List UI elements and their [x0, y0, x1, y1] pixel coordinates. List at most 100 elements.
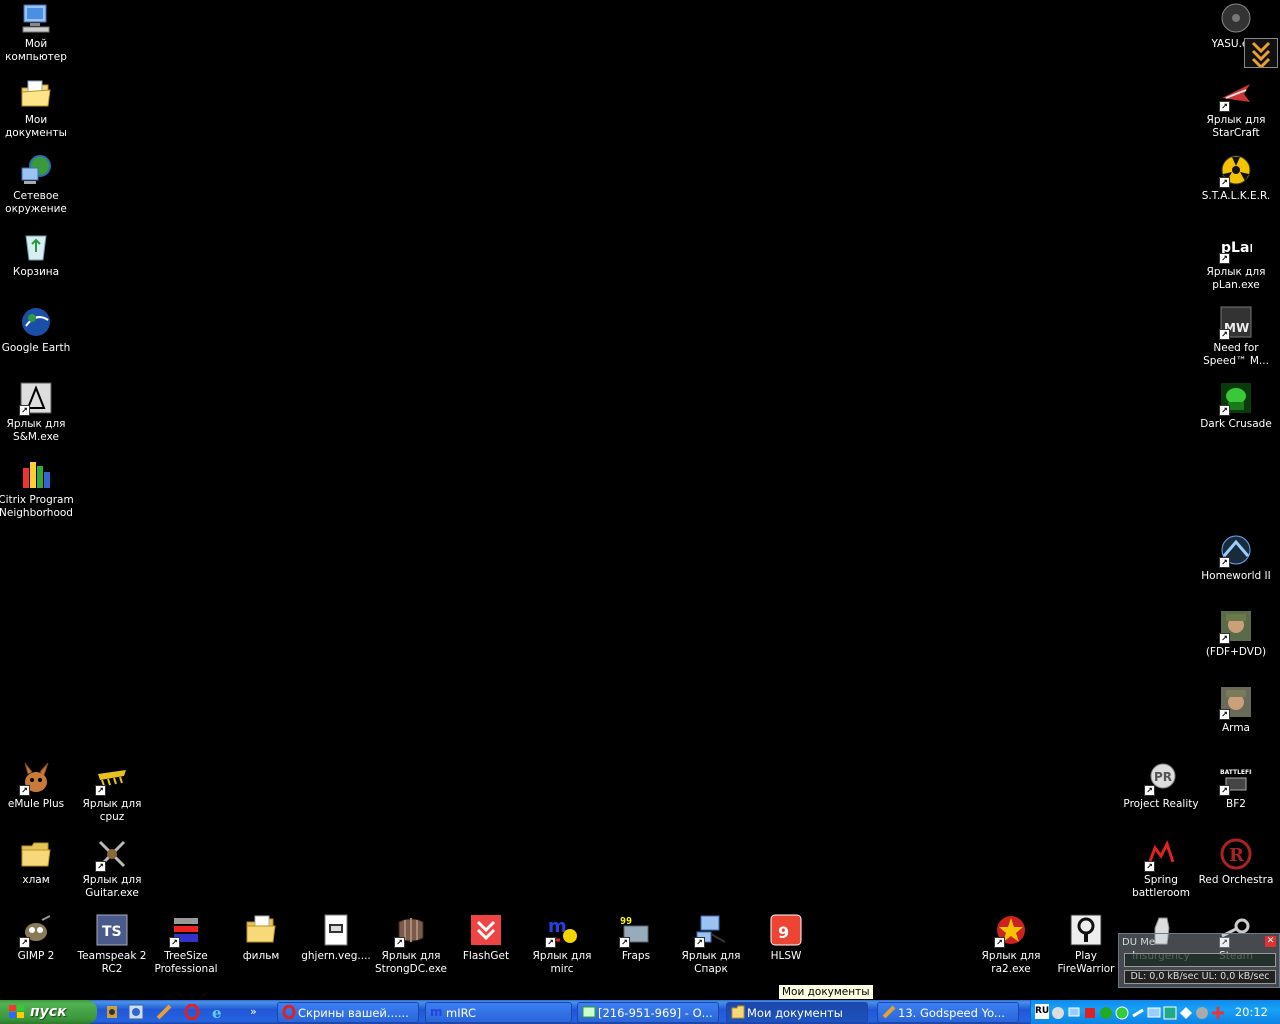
taskbar-button-my-documents[interactable]: Мои документы	[726, 1002, 868, 1023]
desktop-icon-stalker[interactable]: ↗ S.T.A.L.K.E.R.	[1198, 154, 1274, 203]
teamspeak-icon: TS	[96, 914, 128, 946]
desktop-icon-fraps[interactable]: 99 ↗ Fraps	[598, 914, 674, 963]
shortcut-arrow-icon: ↗	[95, 785, 106, 796]
desktop-icon-film[interactable]: фильм	[223, 914, 299, 963]
desktop-icon-hlsw[interactable]: 9 HLSW	[748, 914, 824, 963]
desktop-icon-guitar[interactable]: ↗ Ярлык для Guitar.exe	[74, 838, 150, 900]
bf2-icon: BATTLEFIELD ↗	[1219, 762, 1264, 796]
taskbar-button-icq[interactable]: [216-951-969] - О...	[577, 1002, 719, 1023]
desktop-icon-spring[interactable]: ↗ Spring battleroom	[1123, 838, 1199, 900]
tray-monitor-icon[interactable]	[1147, 1005, 1161, 1019]
project-reality-icon: PR ↗	[1144, 762, 1177, 796]
desktop-icon-firewarrior[interactable]: Play FireWarrior	[1048, 914, 1124, 976]
fdf-dvd-icon: ↗	[1219, 610, 1252, 644]
svg-text:m: m	[430, 1005, 443, 1019]
tray-skype-icon[interactable]	[1163, 1005, 1177, 1020]
desktop-icon-arma[interactable]: ↗ Arma	[1198, 686, 1274, 735]
desktop-icon-homeworld[interactable]: ↗ Homeworld II	[1198, 534, 1274, 583]
clock[interactable]: 20:12	[1235, 1000, 1268, 1024]
desktop-icon-hlam[interactable]: хлам	[0, 838, 74, 887]
desktop-icon-nfs[interactable]: MW ↗ Need for Speed™ M...	[1198, 306, 1274, 368]
desktop-icon-teamspeak[interactable]: TS Teamspeak 2 RC2	[74, 914, 150, 976]
quicklaunch-trick-icon[interactable]	[104, 1004, 120, 1020]
desktop-icon-spark[interactable]: ↗ Ярлык для Спарк	[673, 914, 749, 976]
tray-lock-icon[interactable]	[1099, 1005, 1113, 1019]
desktop[interactable]: Мой компьютер Мои документы Сетевое окру…	[0, 0, 1280, 1000]
document-icon	[320, 914, 352, 946]
fraps-icon: 99 ↗	[619, 914, 652, 948]
desktop-icon-strongdc[interactable]: ↗ Ярлык для StrongDC.exe	[373, 914, 449, 976]
strongdc-icon: ↗	[394, 914, 427, 948]
quicklaunch-opera-icon[interactable]	[184, 1003, 200, 1021]
gimp-icon: ↗	[19, 914, 52, 948]
firewarrior-icon	[1070, 914, 1102, 946]
start-label: пуск	[30, 1004, 67, 1020]
my-computer-icon	[20, 2, 52, 34]
desktop-icon-treesize[interactable]: ↗ TreeSize Professional	[148, 914, 224, 976]
desktop-icon-sm-exe[interactable]: ↗ Ярлык для S&M.exe	[0, 382, 74, 444]
desktop-icon-google-earth[interactable]: Google Earth	[0, 306, 74, 355]
tray-sync-icon[interactable]	[1131, 1005, 1145, 1019]
du-meter-rates: DL: 0,0 kB/sec UL: 0,0 kB/sec	[1124, 970, 1276, 984]
tray-icq-icon[interactable]	[1115, 1005, 1129, 1020]
language-indicator[interactable]: RU	[1035, 1004, 1049, 1019]
desktop-icon-gimp[interactable]: ↗ GIMP 2	[0, 914, 74, 963]
desktop-icon-red-orchestra[interactable]: R Red Orchestra	[1198, 838, 1274, 887]
starcraft-icon: ↗	[1219, 78, 1252, 112]
desktop-icon-my-documents[interactable]: Мои документы	[0, 78, 74, 140]
tooltip: Мои документы	[778, 984, 874, 1000]
shortcut-arrow-icon: ↗	[1144, 861, 1155, 872]
svg-text:PR: PR	[1154, 770, 1172, 784]
desktop-icon-fdf-dvd[interactable]: ↗ (FDF+DVD)	[1198, 610, 1274, 659]
desktop-icon-dark-crusade[interactable]: ↗ Dark Crusade	[1198, 382, 1274, 431]
desktop-icon-project-reality[interactable]: PR ↗ Project Reality	[1123, 762, 1199, 811]
quicklaunch-explorer-icon[interactable]	[128, 1004, 144, 1020]
desktop-icon-mirc[interactable]: m ↗ Ярлык для mirc	[524, 914, 600, 976]
desktop-icon-flashget[interactable]: FlashGet	[448, 914, 524, 963]
desktop-icon-ra2[interactable]: ↗ Ярлык для ra2.exe	[973, 914, 1049, 976]
tray-volume-icon[interactable]	[1195, 1005, 1209, 1019]
du-meter-widget[interactable]: DU Me ✕ DL: 0,0 kB/sec UL: 0,0 kB/sec	[1118, 933, 1280, 988]
desktop-icon-ghjern[interactable]: ghjern.veg....	[298, 914, 374, 963]
tray-teamspeak-icon[interactable]	[1179, 1005, 1193, 1019]
tray-ie-icon[interactable]	[1051, 1005, 1065, 1019]
du-meter-graph	[1124, 953, 1276, 967]
quicklaunch-flashget-icon[interactable]	[156, 1004, 172, 1020]
desktop-icon-starcraft[interactable]: ↗ Ярлык для StarCraft	[1198, 78, 1274, 140]
opera-icon	[282, 1005, 296, 1019]
winamp-icon	[882, 1005, 896, 1019]
tray-flashget-icon[interactable]	[1211, 1005, 1225, 1019]
shortcut-arrow-icon: ↗	[619, 937, 630, 948]
taskbar: пуск e » Скрины вашей...... m mIRC [216-…	[0, 1000, 1280, 1024]
quicklaunch-ie-icon[interactable]: e	[210, 1004, 226, 1022]
desktop-icon-citrix[interactable]: Citrix Program Neighborhood	[0, 458, 74, 520]
desktop-icon-network[interactable]: Сетевое окружение	[0, 154, 74, 216]
arma-icon: ↗	[1219, 686, 1252, 720]
tray-network-icon[interactable]	[1067, 1005, 1081, 1019]
desktop-icon-my-computer[interactable]: Мой компьютер	[0, 2, 74, 64]
start-button[interactable]: пуск	[0, 1000, 97, 1024]
shortcut-arrow-icon: ↗	[1219, 177, 1230, 188]
desktop-icon-bf2[interactable]: BATTLEFIELD ↗ BF2	[1198, 762, 1274, 811]
du-meter-close-button[interactable]: ✕	[1265, 936, 1276, 947]
desktop-icon-recycle-bin[interactable]: Корзина	[0, 230, 74, 279]
taskbar-button-opera[interactable]: Скрины вашей......	[277, 1002, 419, 1023]
recycle-bin-icon	[20, 230, 52, 262]
nfs-icon: MW ↗	[1219, 306, 1252, 340]
citrix-icon	[20, 458, 52, 490]
tray-antivirus-icon[interactable]	[1083, 1005, 1097, 1019]
desktop-icon-plan[interactable]: pLan ↗ Ярлык для pLan.exe	[1198, 230, 1274, 292]
shortcut-arrow-icon: ↗	[19, 785, 30, 796]
google-earth-icon	[20, 306, 52, 338]
emule-icon: ↗	[19, 762, 52, 796]
desktop-icon-emule[interactable]: ↗ eMule Plus	[0, 762, 74, 811]
dark-crusade-icon: ↗	[1219, 382, 1252, 416]
desktop-icon-cpuz[interactable]: ↗ Ярлык для cpuz	[74, 762, 150, 824]
sm-exe-icon: ↗	[19, 382, 52, 416]
quicklaunch-overflow-button[interactable]: »	[250, 1004, 266, 1020]
taskbar-button-mirc[interactable]: m mIRC	[425, 1002, 572, 1023]
taskbar-button-winamp[interactable]: 13. Godspeed Yo...	[877, 1002, 1019, 1023]
flashget-drop-zone-icon[interactable]	[1244, 38, 1278, 70]
svg-text:TS: TS	[102, 924, 122, 940]
shortcut-arrow-icon: ↗	[1219, 253, 1230, 264]
